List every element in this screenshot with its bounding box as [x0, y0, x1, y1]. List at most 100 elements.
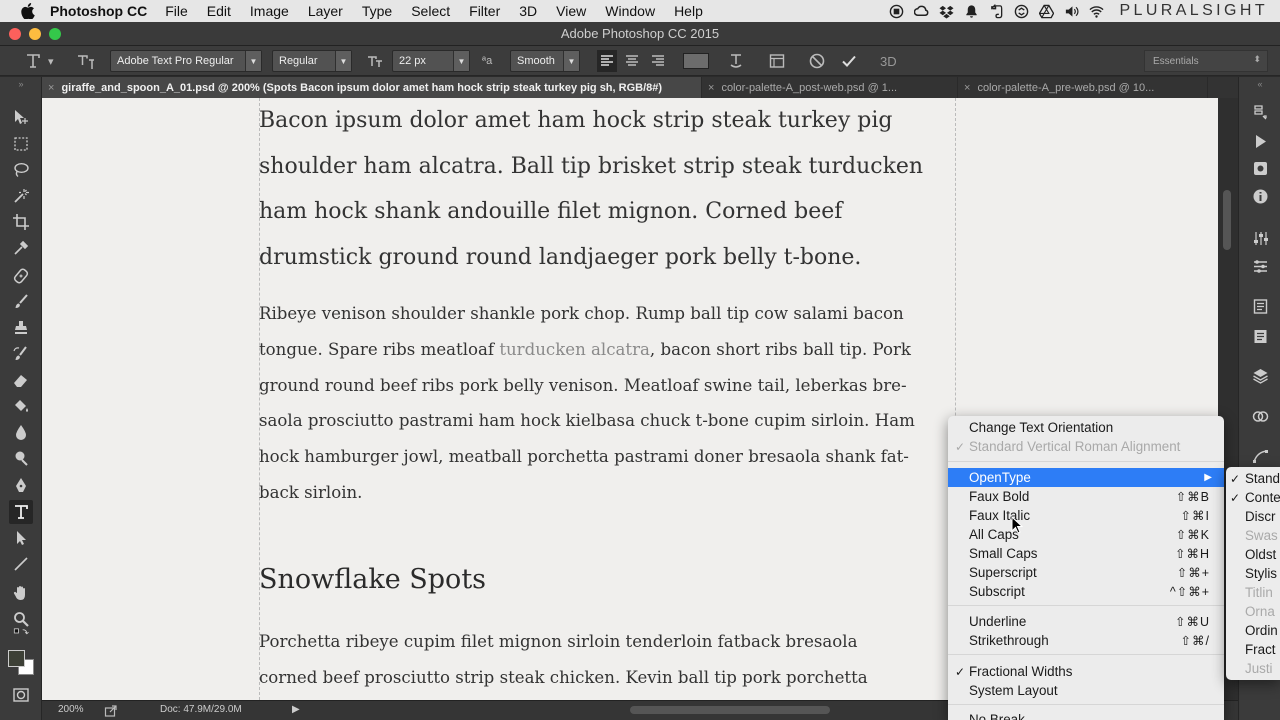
- tab-giraffe-and-spoon[interactable]: × giraffe_and_spoon_A_01.psd @ 200% (Spo…: [42, 77, 702, 98]
- font-style-dropdown[interactable]: Regular ▼: [272, 50, 352, 72]
- paragraph-panel-icon[interactable]: [1248, 325, 1272, 347]
- menu-image[interactable]: Image: [250, 3, 289, 19]
- menu-item-change-text-orientation[interactable]: Change Text Orientation: [948, 418, 1224, 437]
- history-brush-icon[interactable]: [9, 342, 33, 366]
- menu-item-strikethrough[interactable]: Strikethrough ⇧⌘/: [948, 631, 1224, 650]
- menu-help[interactable]: Help: [674, 3, 703, 19]
- menu-layer[interactable]: Layer: [308, 3, 343, 19]
- creative-cloud-icon[interactable]: [913, 3, 929, 19]
- tab-color-palette-post[interactable]: × color-palette-A_post-web.psd @ 1...: [702, 77, 958, 98]
- menu-type[interactable]: Type: [362, 3, 392, 19]
- tab-color-palette-pre[interactable]: × color-palette-A_pre-web.psd @ 10...: [958, 77, 1208, 98]
- clone-stamp-icon[interactable]: [9, 316, 33, 340]
- properties-panel-icon[interactable]: [1248, 255, 1272, 277]
- status-menu-arrow-icon[interactable]: ▶: [292, 704, 300, 715]
- submenu-item-contextual-alternates[interactable]: ✓ Conte: [1226, 488, 1280, 507]
- text-layer-body[interactable]: Ribeye venison shoulder shankle pork cho…: [259, 296, 959, 511]
- menu-item-superscript[interactable]: Superscript ⇧⌘+: [948, 563, 1224, 582]
- menu-item-faux-bold[interactable]: Faux Bold ⇧⌘B: [948, 487, 1224, 506]
- commit-edits-icon[interactable]: [840, 50, 858, 72]
- move-tool-icon[interactable]: [9, 105, 33, 129]
- submenu-item-fractions[interactable]: Fract: [1226, 640, 1280, 659]
- brush-tool-icon[interactable]: [9, 290, 33, 314]
- submenu-item-stylistic-alternates[interactable]: Stylis: [1226, 564, 1280, 583]
- crop-tool-icon[interactable]: [9, 210, 33, 234]
- align-left-icon[interactable]: [597, 50, 617, 72]
- app-menu-photoshop[interactable]: Photoshop CC: [50, 3, 147, 19]
- wifi-icon[interactable]: [1088, 3, 1104, 19]
- apple-icon[interactable]: [20, 3, 36, 19]
- text-layer-body-2[interactable]: Porchetta ribeye cupim filet mignon sirl…: [259, 624, 949, 696]
- menu-item-underline[interactable]: Underline ⇧⌘U: [948, 612, 1224, 631]
- line-tool-icon[interactable]: [9, 552, 33, 576]
- close-tab-icon[interactable]: ×: [708, 82, 714, 94]
- google-drive-icon[interactable]: [1038, 3, 1054, 19]
- paths-panel-icon[interactable]: [1248, 445, 1272, 467]
- healing-brush-icon[interactable]: [9, 264, 33, 288]
- libraries-panel-icon[interactable]: [1248, 157, 1272, 179]
- menu-item-fractional-widths[interactable]: ✓ Fractional Widths: [948, 662, 1224, 681]
- menu-file[interactable]: File: [165, 3, 188, 19]
- canvas-horizontal-scrollbar[interactable]: [630, 706, 830, 714]
- submenu-item-oldstyle[interactable]: Oldst: [1226, 545, 1280, 564]
- close-tab-icon[interactable]: ×: [48, 82, 54, 94]
- menu-view[interactable]: View: [556, 3, 586, 19]
- warp-text-icon[interactable]: [727, 50, 745, 72]
- hand-tool-icon[interactable]: [9, 581, 33, 605]
- menu-select[interactable]: Select: [411, 3, 450, 19]
- menu-item-system-layout[interactable]: System Layout: [948, 681, 1224, 700]
- zoom-level[interactable]: 200%: [58, 704, 84, 715]
- cancel-edits-icon[interactable]: [808, 50, 826, 72]
- foreground-color-swatch[interactable]: [8, 650, 25, 667]
- menu-item-subscript[interactable]: Subscript ^⇧⌘+: [948, 582, 1224, 601]
- channels-panel-icon[interactable]: [1248, 405, 1272, 427]
- eyedropper-tool-icon[interactable]: [9, 236, 33, 260]
- marquee-tool-icon[interactable]: [9, 132, 33, 156]
- menu-window[interactable]: Window: [605, 3, 655, 19]
- workspace-dropdown[interactable]: Essentials ⬍: [1144, 50, 1268, 72]
- font-size-dropdown[interactable]: 22 px ▼: [392, 50, 470, 72]
- volume-icon[interactable]: [1063, 3, 1079, 19]
- toggle-orientation-icon[interactable]: [76, 50, 94, 72]
- layers-panel-icon[interactable]: [1248, 364, 1272, 386]
- align-center-icon[interactable]: [623, 50, 641, 72]
- font-family-dropdown[interactable]: Adobe Text Pro Regular ▼: [110, 50, 262, 72]
- eraser-tool-icon[interactable]: [9, 368, 33, 392]
- pen-tool-icon[interactable]: [9, 474, 33, 498]
- dodge-tool-icon[interactable]: [9, 446, 33, 470]
- scrollbar-thumb[interactable]: [1223, 190, 1231, 250]
- type-tool-preset-icon[interactable]: [24, 50, 42, 72]
- menu-edit[interactable]: Edit: [207, 3, 231, 19]
- submenu-item-standard-ligatures[interactable]: ✓ Stand: [1226, 469, 1280, 488]
- menu-item-faux-italic[interactable]: Faux Italic ⇧⌘I: [948, 506, 1224, 525]
- align-right-icon[interactable]: [649, 50, 667, 72]
- collapse-panel-icon[interactable]: »: [9, 79, 33, 89]
- close-tab-icon[interactable]: ×: [964, 82, 970, 94]
- preset-chevron-icon[interactable]: ▾: [48, 50, 54, 72]
- type-tool-icon[interactable]: [9, 500, 33, 524]
- share-icon[interactable]: [104, 704, 118, 718]
- evernote-icon[interactable]: [988, 3, 1004, 19]
- blur-tool-icon[interactable]: [9, 420, 33, 444]
- menu-item-all-caps[interactable]: All Caps ⇧⌘K: [948, 525, 1224, 544]
- notification-icon[interactable]: [963, 3, 979, 19]
- 3d-mode-icon[interactable]: 3D: [880, 50, 897, 72]
- menu-item-small-caps[interactable]: Small Caps ⇧⌘H: [948, 544, 1224, 563]
- collapse-panels-icon[interactable]: «: [1248, 79, 1272, 89]
- actions-panel-icon[interactable]: [1248, 130, 1272, 152]
- quick-mask-icon[interactable]: [9, 683, 33, 707]
- menu-3d[interactable]: 3D: [519, 3, 537, 19]
- lasso-tool-icon[interactable]: [9, 158, 33, 182]
- dropbox-icon[interactable]: [938, 3, 954, 19]
- sync-icon[interactable]: [1013, 3, 1029, 19]
- color-swatches[interactable]: [5, 647, 37, 677]
- menu-filter[interactable]: Filter: [469, 3, 500, 19]
- submenu-item-discretionary-ligatures[interactable]: Discr: [1226, 507, 1280, 526]
- menu-item-opentype[interactable]: OpenType ▶: [948, 468, 1224, 487]
- character-panel-icon[interactable]: [768, 50, 786, 72]
- path-selection-icon[interactable]: [9, 526, 33, 550]
- text-layer-intro[interactable]: Bacon ipsum dolor amet ham hock strip st…: [259, 98, 949, 280]
- menu-item-no-break[interactable]: No Break: [948, 710, 1224, 720]
- adjustments-panel-icon[interactable]: [1248, 227, 1272, 249]
- history-panel-icon[interactable]: [1248, 101, 1272, 123]
